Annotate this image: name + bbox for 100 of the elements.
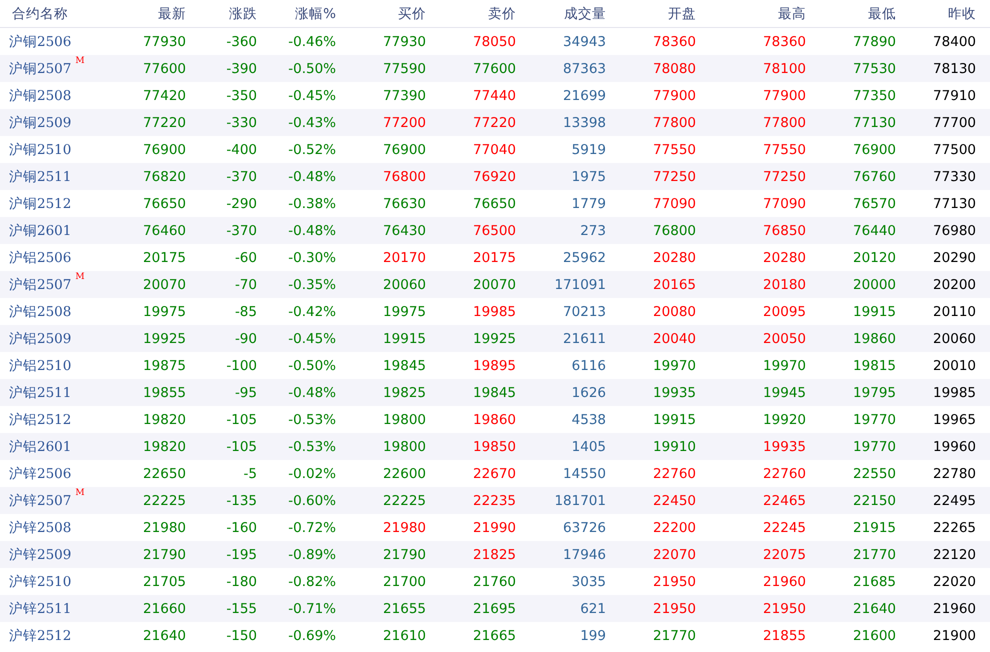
table-cell-text: -0.45% (287, 88, 336, 104)
column-header[interactable]: 合约名称 (0, 4, 122, 22)
column-header[interactable]: 卖价 (426, 4, 516, 22)
table-cell-text: -0.71% (287, 600, 336, 616)
table-cell-text: -155 (225, 600, 257, 616)
table-cell-text: 22245 (762, 520, 806, 536)
table-cell-text: 20080 (652, 304, 696, 320)
table-cell-text: -60 (234, 250, 257, 266)
table-cell-text: -0.72% (287, 520, 336, 536)
table-cell-text: 20070 (142, 276, 186, 292)
table-cell-text: 77590 (382, 60, 426, 76)
table-cell-text: 77130 (932, 196, 976, 212)
table-cell-text: 21610 (382, 628, 426, 644)
table-cell-text: 22465 (762, 492, 806, 508)
table-row[interactable]: 沪铝2507 M 20070 -70 -0.35% 20060 20070 171091 20165 20180 20000 20200 (0, 271, 990, 298)
table-cell-text: 77220 (472, 114, 516, 130)
table-cell-text: -100 (225, 358, 257, 374)
table-row[interactable]: 沪锌2507 M 22225 -135 -0.60% 22225 22235 181701 22450 22465 22150 22495 (0, 487, 990, 514)
table-cell-text: 78100 (762, 60, 806, 76)
column-header[interactable]: 昨收 (896, 4, 976, 22)
table-cell-text: 20010 (932, 358, 976, 374)
table-cell-text: -0.45% (287, 330, 336, 346)
table-cell-text: -390 (225, 60, 257, 76)
table-cell-text: 19985 (472, 304, 516, 320)
table-cell-text: 21685 (852, 574, 896, 590)
table-cell-text: 19770 (852, 438, 896, 454)
column-header[interactable]: 最新 (122, 4, 186, 22)
table-cell-text: 77130 (852, 114, 896, 130)
table-row[interactable]: 沪锌2511 21660 -155 -0.71% 21655 21695 621 21950 21950 21640 21960 (0, 595, 990, 622)
table-cell-text: 76650 (142, 196, 186, 212)
table-cell-text: 19800 (382, 412, 426, 428)
table-cell-text: 78400 (932, 34, 976, 50)
table-cell-text: 77420 (142, 88, 186, 104)
table-cell-text: 21980 (382, 520, 426, 536)
table-cell-text: 21790 (142, 546, 186, 562)
table-cell-text: 77800 (652, 114, 696, 130)
table-cell-text: -0.82% (287, 574, 336, 590)
table-row[interactable]: 沪锌2509 21790 -195 -0.89% 21790 21825 17946 22070 22075 21770 22120 (0, 541, 990, 568)
table-cell-text: 76440 (852, 222, 896, 238)
table-cell-text: 17946 (562, 546, 606, 562)
table-row[interactable]: 沪铝2509 19925 -90 -0.45% 19915 19925 21611 20040 20050 19860 20060 (0, 325, 990, 352)
table-cell-text: 19770 (852, 412, 896, 428)
contract-name: 沪铝2510 (9, 356, 72, 374)
table-cell-text: 22670 (472, 466, 516, 482)
table-cell-text: 76570 (852, 196, 896, 212)
table-cell-text: 77250 (762, 168, 806, 184)
column-header[interactable]: 成交量 (516, 4, 606, 22)
table-cell-text: 6116 (570, 358, 606, 374)
table-cell-text: 1626 (570, 384, 606, 400)
table-cell-text: 22450 (652, 492, 696, 508)
table-cell-text: -0.53% (287, 412, 336, 428)
table-cell-text: 76900 (852, 142, 896, 158)
table-row[interactable]: 沪铜2507 M 77600 -390 -0.50% 77590 77600 87363 78080 78100 77530 78130 (0, 55, 990, 82)
table-cell-text: 77250 (652, 168, 696, 184)
table-cell-text: -0.89% (287, 546, 336, 562)
table-cell-text: 20110 (932, 304, 976, 320)
table-cell-text: 77330 (932, 168, 976, 184)
table-cell-text: 78080 (652, 60, 696, 76)
column-header[interactable]: 最低 (806, 4, 896, 22)
column-header[interactable]: 最高 (696, 4, 806, 22)
table-cell-text: 87363 (562, 60, 606, 76)
table-row[interactable]: 沪铝2601 19820 -105 -0.53% 19800 19850 1405 19910 19935 19770 19960 (0, 433, 990, 460)
table-cell-text: 21960 (932, 600, 976, 616)
table-cell-text: -400 (225, 142, 257, 158)
table-cell-text: 77440 (472, 88, 516, 104)
table-row[interactable]: 沪铜2601 76460 -370 -0.48% 76430 76500 273 76800 76850 76440 76980 (0, 217, 990, 244)
column-header[interactable]: 买价 (336, 4, 426, 22)
table-cell-text: 70213 (562, 304, 606, 320)
table-cell-text: 171091 (553, 276, 606, 292)
table-cell-text: -150 (225, 628, 257, 644)
contract-name: 沪铜2510 (9, 140, 72, 158)
main-contract-label: M (75, 488, 85, 498)
table-cell-text: 19975 (142, 304, 186, 320)
table-cell-text: 76500 (472, 222, 516, 238)
table-row[interactable]: 沪铜2509 77220 -330 -0.43% 77200 77220 13398 77800 77800 77130 77700 (0, 109, 990, 136)
table-cell-text: 20050 (762, 330, 806, 346)
table-cell-text: 19935 (762, 438, 806, 454)
table-cell-text: 34943 (562, 34, 606, 50)
table-cell-text: 77090 (652, 196, 696, 212)
table-row[interactable]: 沪铝2511 19855 -95 -0.48% 19825 19845 1626 19935 19945 19795 19985 (0, 379, 990, 406)
column-header[interactable]: 涨跌 (186, 4, 257, 22)
table-cell-text: 21950 (762, 600, 806, 616)
table-cell-text: -370 (225, 222, 257, 238)
table-cell-text: 20095 (762, 304, 806, 320)
contract-name: 沪铜2506 (9, 32, 72, 50)
table-cell-text: -195 (225, 546, 257, 562)
contract-name: 沪锌2507 (9, 492, 72, 510)
table-cell-text: 21790 (382, 546, 426, 562)
table-cell-text: 19850 (472, 438, 516, 454)
table-cell-text: 19935 (652, 384, 696, 400)
table-cell-text: 19925 (142, 330, 186, 346)
table-cell-text: -0.30% (287, 250, 336, 266)
column-header[interactable]: 涨幅% (257, 4, 336, 22)
table-cell-text: 77200 (382, 114, 426, 130)
table-cell-text: 22760 (652, 466, 696, 482)
table-cell-text: 20170 (382, 250, 426, 266)
column-header[interactable]: 开盘 (606, 4, 696, 22)
table-cell-text: 76920 (472, 168, 516, 184)
table-row[interactable]: 沪铜2511 76820 -370 -0.48% 76800 76920 1975 77250 77250 76760 77330 (0, 163, 990, 190)
table-cell-text: 76630 (382, 196, 426, 212)
